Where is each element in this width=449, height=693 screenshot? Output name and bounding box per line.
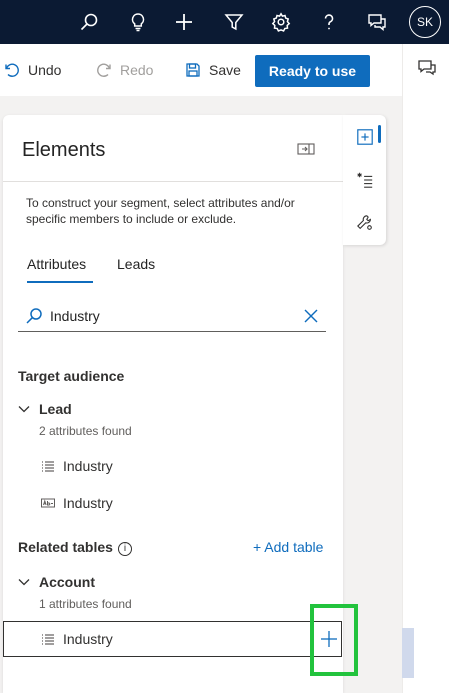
comments-icon[interactable]	[417, 58, 437, 78]
attribute-item[interactable]: Industry	[41, 629, 113, 649]
lightbulb-icon[interactable]	[124, 8, 152, 36]
search-box[interactable]: Industry	[18, 300, 326, 332]
feedback-icon[interactable]	[363, 8, 391, 36]
chevron-down-icon	[18, 406, 30, 413]
plus-icon[interactable]	[170, 8, 198, 36]
chevron-down-icon	[18, 579, 30, 586]
redo-icon	[97, 63, 111, 77]
lead-count: 2 attributes found	[39, 424, 132, 438]
target-audience-heading: Target audience	[18, 368, 125, 384]
undo-label: Undo	[28, 62, 62, 78]
right-strip	[402, 44, 449, 693]
search-input[interactable]: Industry	[50, 308, 100, 324]
elements-toolbar-button[interactable]	[355, 127, 375, 147]
group-account[interactable]: Account	[18, 574, 95, 590]
toolbar-active-indicator	[378, 125, 381, 143]
elements-panel: Elements To construct your segment, sele…	[3, 115, 358, 693]
text-field-icon	[41, 498, 55, 508]
avatar[interactable]: SK	[409, 6, 441, 38]
info-icon[interactable]: i	[117, 541, 132, 556]
divider	[3, 181, 343, 182]
help-icon[interactable]	[315, 8, 343, 36]
add-table-link[interactable]: + Add table	[253, 539, 323, 555]
collapse-panel-icon[interactable]	[297, 142, 315, 156]
attribute-item[interactable]: Industry	[41, 456, 113, 476]
gear-icon[interactable]	[267, 8, 295, 36]
undo-button[interactable]: Undo	[4, 56, 61, 84]
top-bar: SK	[0, 0, 449, 44]
add-element-icon	[357, 129, 373, 145]
ready-to-use-button[interactable]: Ready to use	[255, 55, 370, 87]
attribute-item[interactable]: Industry	[41, 493, 113, 513]
account-count: 1 attributes found	[39, 597, 132, 611]
attribute-label: Industry	[63, 458, 113, 474]
save-label: Save	[209, 62, 241, 78]
attribute-label: Industry	[63, 631, 113, 647]
list-icon	[42, 461, 54, 472]
related-tables-heading: Related tables i	[18, 539, 132, 556]
panel-title: Elements	[22, 139, 106, 161]
highlight-box	[310, 604, 358, 676]
redo-button[interactable]: Redo	[96, 56, 153, 84]
asterisk-list-icon	[357, 172, 373, 188]
search-icon	[26, 308, 42, 324]
group-account-label: Account	[39, 574, 95, 590]
attribute-label: Industry	[63, 495, 113, 511]
close-icon[interactable]	[304, 309, 318, 323]
redo-label: Redo	[120, 62, 154, 78]
group-lead[interactable]: Lead	[18, 401, 72, 417]
panel-description: To construct your segment, select attrib…	[26, 196, 295, 226]
wrench-gear-icon	[357, 215, 372, 230]
command-bar: Undo Redo Save Ready to use	[0, 44, 402, 96]
list-icon	[42, 634, 54, 645]
list-toolbar-button[interactable]	[355, 170, 375, 190]
undo-icon	[5, 63, 19, 77]
settings-toolbar-button[interactable]	[355, 213, 375, 233]
group-lead-label: Lead	[39, 401, 72, 417]
tab-attributes[interactable]: Attributes	[27, 256, 86, 272]
related-tables-label: Related tables	[18, 539, 113, 555]
tab-leads[interactable]: Leads	[117, 256, 155, 272]
search-icon[interactable]	[75, 8, 103, 36]
save-button[interactable]: Save	[185, 56, 241, 84]
save-icon	[186, 63, 200, 77]
scrollbar-thumb[interactable]	[402, 628, 414, 678]
tab-active-indicator	[27, 281, 93, 283]
filter-icon[interactable]	[220, 8, 248, 36]
